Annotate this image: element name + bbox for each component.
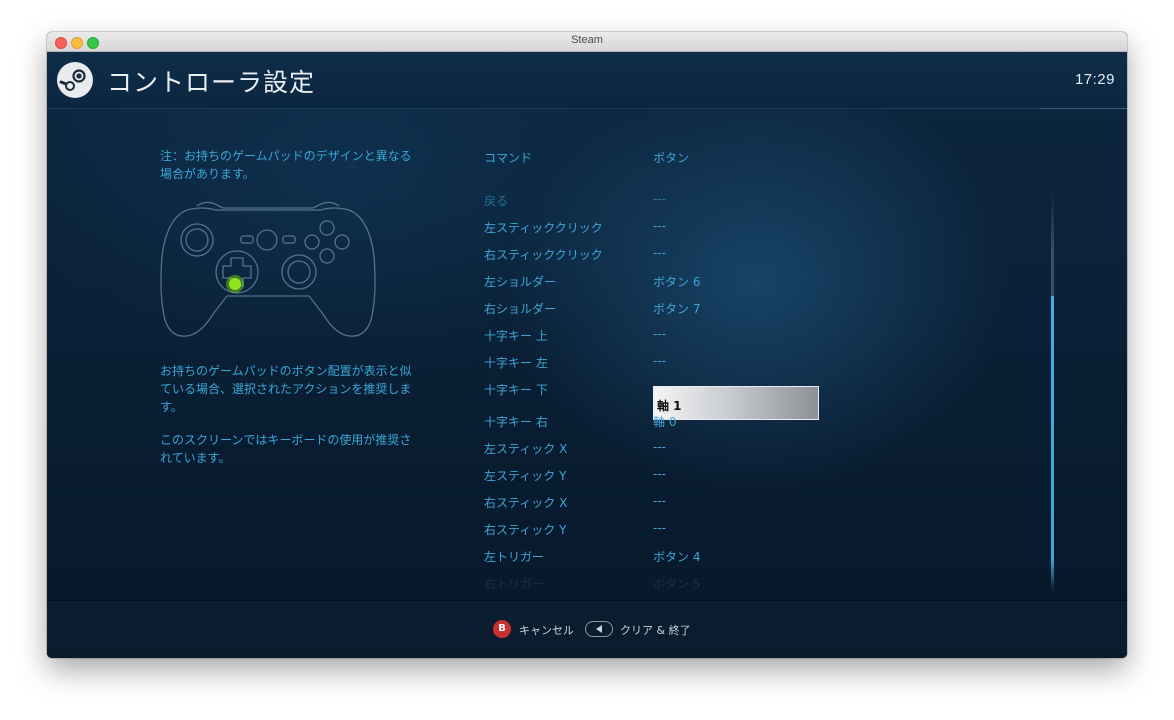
steam-window: Steam コントローラ設定 17:29 注：お持ちのゲームパッドのデザインと異… [47,32,1127,658]
window-title: Steam [571,34,603,46]
back-button-icon [585,621,613,637]
page-title: コントローラ設定 [107,68,316,97]
command-label: 左スティック Y [484,469,567,483]
command-label: 十字キー 上 [484,329,548,343]
mapping-row[interactable]: 十字キー 上 --- [47,327,747,354]
button-value: ボタン 4 [653,550,701,564]
command-label: 十字キー 左 [484,356,548,370]
button-value: --- [653,219,666,233]
title-bar: Steam [47,32,1127,52]
column-header-command: コマンド [484,151,533,165]
b-button-icon: B [493,620,511,638]
command-label: 左ショルダー [484,275,557,289]
clock-divider [1041,108,1127,109]
button-value: ボタン 5 [653,577,701,591]
mapping-row-active[interactable]: 十字キー 下 [47,381,747,408]
mapping-row[interactable]: 右トリガー ボタン 5 [47,575,747,602]
design-note: 注：お持ちのゲームパッドのデザインと異なる場合があります。 [160,149,412,181]
command-label: 左トリガー [484,550,545,564]
button-value: --- [653,467,666,481]
command-label: 戻る [484,194,509,208]
button-value: --- [653,521,666,535]
mapping-row[interactable]: 左スティック Y --- [47,467,747,494]
button-value: ボタン 6 [653,275,701,289]
mapping-row[interactable]: 右スティック X --- [47,494,747,521]
scrollbar-thumb[interactable] [1051,296,1054,588]
mapping-row[interactable]: 左スティッククリック --- [47,219,747,246]
command-label: 左スティッククリック [484,221,603,235]
button-value: 軸 0 [653,415,677,429]
steam-logo-icon [57,62,93,98]
command-label: 右スティッククリック [484,248,603,262]
button-value: --- [653,246,666,260]
mapping-row[interactable]: 右スティッククリック --- [47,246,747,273]
command-label: 右ショルダー [484,302,557,316]
binding-capture-value: 軸 1 [657,399,682,413]
cancel-button[interactable]: キャンセル [519,622,574,638]
button-value: --- [653,354,666,368]
button-value: --- [653,494,666,508]
command-label: 右スティック Y [484,523,567,537]
mapping-row[interactable]: 右スティック Y --- [47,521,747,548]
main-content: コントローラ設定 17:29 注：お持ちのゲームパッドのデザインと異なる場合があ… [47,52,1127,658]
button-value: ボタン 7 [653,302,701,316]
footer-bar: B キャンセル クリア & 終了 [47,600,1127,658]
mapping-row[interactable]: 左スティック X --- [47,440,747,467]
mapping-row[interactable]: 十字キー 右 軸 0 [47,413,747,440]
mapping-row[interactable]: 左ショルダー ボタン 6 [47,273,747,300]
command-label: 十字キー 下 [484,383,548,397]
button-value: --- [653,327,666,341]
mapping-row[interactable]: 右ショルダー ボタン 7 [47,300,747,327]
mapping-row[interactable]: 戻る --- [47,192,747,219]
clear-and-exit-button[interactable]: クリア & 終了 [620,622,691,638]
button-value: --- [653,440,666,454]
button-value: --- [653,192,666,206]
command-label: 十字キー 右 [484,415,548,429]
mapping-row[interactable]: 左トリガー ボタン 4 [47,548,747,575]
clock: 17:29 [1074,71,1115,88]
mapping-row[interactable]: 十字キー 左 --- [47,354,747,381]
command-label: 右トリガー [484,577,545,591]
command-label: 左スティック X [484,442,568,456]
page-header: コントローラ設定 17:29 [47,52,1127,109]
command-label: 右スティック X [484,496,568,510]
column-header-button: ボタン [653,151,690,165]
